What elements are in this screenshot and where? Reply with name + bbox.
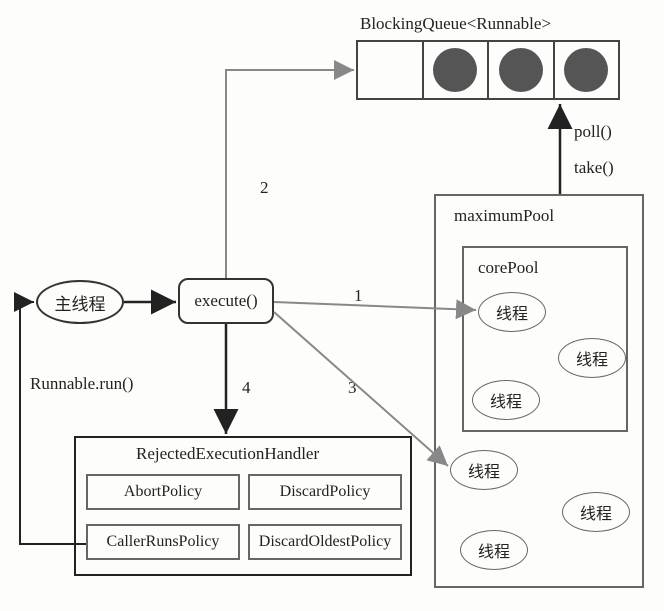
execute-node: execute() [178,278,274,324]
step-4-label: 4 [242,378,251,398]
runnable-run-label: Runnable.run() [30,374,133,394]
queue-slot-2 [489,42,555,98]
blocking-queue [356,40,620,100]
discard-oldest-policy: DiscardOldestPolicy [248,524,402,560]
discard-policy: DiscardPolicy [248,474,402,510]
queue-slot-0 [358,42,424,98]
core-thread-0: 线程 [478,292,546,332]
runnable-dot-icon [433,48,477,92]
poll-label: poll() [574,122,612,142]
caller-runs-policy: CallerRunsPolicy [86,524,240,560]
maximum-pool-title: maximumPool [454,206,554,226]
queue-title: BlockingQueue<Runnable> [360,14,551,34]
abort-policy: AbortPolicy [86,474,240,510]
step-3-label: 3 [348,378,357,398]
core-pool-title: corePool [478,258,538,278]
queue-slot-1 [424,42,490,98]
rejected-handler-title: RejectedExecutionHandler [136,444,319,464]
main-thread-node: 主线程 [36,280,124,324]
max-thread-2: 线程 [460,530,528,570]
take-label: take() [574,158,614,178]
max-thread-0: 线程 [450,450,518,490]
core-thread-1: 线程 [558,338,626,378]
step-2-label: 2 [260,178,269,198]
runnable-dot-icon [564,48,608,92]
step-1-label: 1 [354,286,363,306]
queue-slot-3 [555,42,619,98]
max-thread-1: 线程 [562,492,630,532]
core-thread-2: 线程 [472,380,540,420]
runnable-dot-icon [499,48,543,92]
